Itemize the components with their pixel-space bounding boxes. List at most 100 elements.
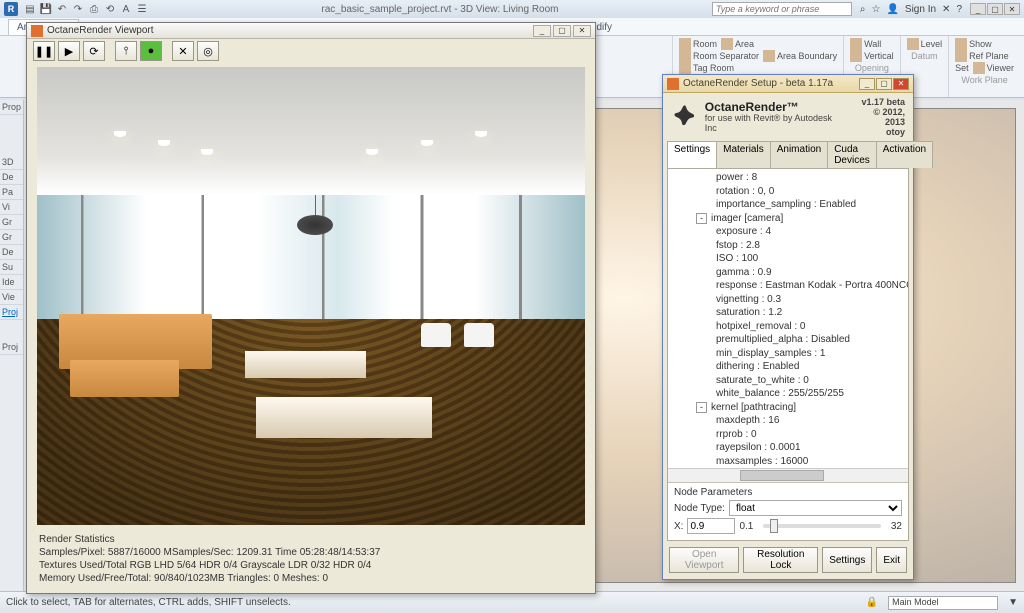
materials-button[interactable]: ● — [140, 41, 162, 61]
tree-row[interactable]: white_balance : 255/255/255 — [672, 387, 904, 401]
panel-tab-vi[interactable]: Vi — [0, 200, 23, 215]
setup-minimize-button[interactable]: _ — [859, 78, 875, 90]
qat-undo-icon[interactable]: ↶ — [56, 3, 68, 15]
tree-row[interactable]: response : Eastman Kodak - Portra 400NCC… — [672, 279, 904, 293]
panel-tab-gr2[interactable]: Gr — [0, 230, 23, 245]
tree-row[interactable]: maxsamples : 16000 — [672, 455, 904, 469]
tab-materials[interactable]: Materials — [716, 141, 771, 168]
minimize-button[interactable]: _ — [970, 3, 986, 15]
tree-row[interactable]: maxdepth : 16 — [672, 414, 904, 428]
x-slider[interactable] — [763, 524, 881, 528]
tree-row[interactable]: saturation : 1.2 — [672, 306, 904, 320]
panel-tab-proj2[interactable]: Proj — [0, 340, 23, 355]
vertical-button[interactable]: Vertical — [864, 51, 894, 61]
tag-room-button[interactable]: Tag Room — [693, 63, 734, 73]
viewport-title-bar[interactable]: OctaneRender Viewport _ ▢ ✕ — [27, 23, 595, 39]
panel-tab-3d[interactable]: 3D — [0, 155, 23, 170]
infocenter-icon[interactable]: ⌕ — [860, 4, 866, 15]
help-icon[interactable]: ? — [956, 4, 962, 15]
vp-maximize-button[interactable]: ▢ — [553, 25, 571, 37]
subscription-icon[interactable]: ☆ — [871, 4, 880, 15]
filter-icon[interactable]: ▼ — [1008, 597, 1018, 608]
room-separator-button[interactable]: Room Separator — [693, 51, 759, 61]
viewer-button[interactable]: Viewer — [987, 63, 1014, 73]
panel-tab-ide[interactable]: Ide — [0, 275, 23, 290]
tree-row[interactable]: power : 8 — [672, 171, 904, 185]
node-type-select[interactable]: float — [729, 500, 902, 516]
resolution-lock-button[interactable]: Resolution Lock — [743, 547, 818, 573]
viewport-render-area[interactable] — [37, 67, 585, 525]
exit-button[interactable]: Exit — [876, 547, 907, 573]
room-button[interactable]: Room — [693, 39, 717, 49]
open-viewport-button[interactable]: Open Viewport — [669, 547, 739, 573]
workset-select[interactable]: Main Model — [888, 596, 998, 610]
setup-maximize-button[interactable]: ▢ — [876, 78, 892, 90]
setup-title-bar[interactable]: OctaneRender Setup - beta 1.17a _ ▢ ✕ — [663, 75, 913, 93]
tree-row[interactable]: -imager [camera] — [672, 212, 904, 226]
exchange-icon[interactable]: ✕ — [942, 4, 950, 15]
status-icon[interactable]: 🔒 — [866, 597, 878, 608]
close-button[interactable]: ✕ — [1004, 3, 1020, 15]
refplane-button[interactable]: Ref Plane — [969, 51, 1009, 61]
tree-scrollbar[interactable] — [668, 468, 908, 482]
signin-icon[interactable]: 👤 — [886, 4, 898, 15]
signin-label[interactable]: Sign In — [905, 4, 936, 15]
x-input[interactable] — [687, 518, 735, 534]
level-button[interactable]: Level — [921, 39, 943, 49]
panel-tab-de[interactable]: De — [0, 170, 23, 185]
search-input[interactable] — [712, 2, 852, 16]
tree-row[interactable]: saturate_to_white : 0 — [672, 374, 904, 388]
tree-row[interactable]: rayepsilon : 0.0001 — [672, 441, 904, 455]
focus-button[interactable]: ◎ — [197, 41, 219, 61]
qat-print-icon[interactable]: ⎙ — [88, 3, 100, 15]
qat-sync-icon[interactable]: ⟲ — [104, 3, 116, 15]
tree-row[interactable]: -kernel [pathtracing] — [672, 401, 904, 415]
qat-measure-icon[interactable]: A — [120, 3, 132, 15]
refresh-button[interactable]: ⟳ — [83, 41, 105, 61]
qat-open-icon[interactable]: ▤ — [24, 3, 36, 15]
qat-save-icon[interactable]: 💾 — [40, 3, 52, 15]
panel-tab-su[interactable]: Su — [0, 260, 23, 275]
tree-row[interactable]: hotpixel_removal : 0 — [672, 320, 904, 334]
tree-row[interactable]: rotation : 0, 0 — [672, 185, 904, 199]
set-button[interactable]: Set — [955, 63, 969, 73]
settings-tree[interactable]: power : 8rotation : 0, 0importance_sampl… — [668, 169, 908, 468]
show-button[interactable]: Show — [969, 39, 992, 49]
tree-row[interactable]: ISO : 100 — [672, 252, 904, 266]
tab-animation[interactable]: Animation — [770, 141, 828, 168]
settings-button[interactable]: Settings — [822, 547, 872, 573]
tree-row[interactable]: min_display_samples : 1 — [672, 347, 904, 361]
tab-cuda[interactable]: Cuda Devices — [827, 141, 877, 168]
wall-button[interactable]: Wall — [864, 39, 881, 49]
area-boundary-button[interactable]: Area Boundary — [777, 51, 837, 61]
stats-button[interactable]: ⫯ — [115, 41, 137, 61]
tree-row[interactable]: rrprob : 0 — [672, 428, 904, 442]
expand-icon[interactable]: - — [696, 213, 707, 224]
cancel-button[interactable]: ✕ — [172, 41, 194, 61]
tree-row[interactable]: importance_sampling : Enabled — [672, 198, 904, 212]
tree-row[interactable]: dithering : Enabled — [672, 360, 904, 374]
panel-tab-pa[interactable]: Pa — [0, 185, 23, 200]
vp-minimize-button[interactable]: _ — [533, 25, 551, 37]
panel-tab-gr[interactable]: Gr — [0, 215, 23, 230]
maximize-button[interactable]: ▢ — [987, 3, 1003, 15]
expand-icon[interactable]: - — [696, 402, 707, 413]
tree-row[interactable]: exposure : 4 — [672, 225, 904, 239]
tree-row[interactable]: vignetting : 0.3 — [672, 293, 904, 307]
panel-tab-prop[interactable]: Prop — [0, 100, 23, 115]
tab-activation[interactable]: Activation — [876, 141, 933, 168]
vp-close-button[interactable]: ✕ — [573, 25, 591, 37]
revit-app-icon[interactable]: R — [4, 2, 18, 16]
qat-more-icon[interactable]: ☰ — [136, 3, 148, 15]
panel-tab-proj[interactable]: Proj — [0, 305, 23, 320]
play-button[interactable]: ▶ — [58, 41, 80, 61]
panel-tab-de2[interactable]: De — [0, 245, 23, 260]
qat-redo-icon[interactable]: ↷ — [72, 3, 84, 15]
tree-row[interactable]: premultiplied_alpha : Disabled — [672, 333, 904, 347]
setup-close-button[interactable]: ✕ — [893, 78, 909, 90]
tab-settings[interactable]: Settings — [667, 141, 717, 168]
tree-row[interactable]: fstop : 2.8 — [672, 239, 904, 253]
tree-row[interactable]: gamma : 0.9 — [672, 266, 904, 280]
area-button[interactable]: Area — [735, 39, 754, 49]
pause-button[interactable]: ❚❚ — [33, 41, 55, 61]
